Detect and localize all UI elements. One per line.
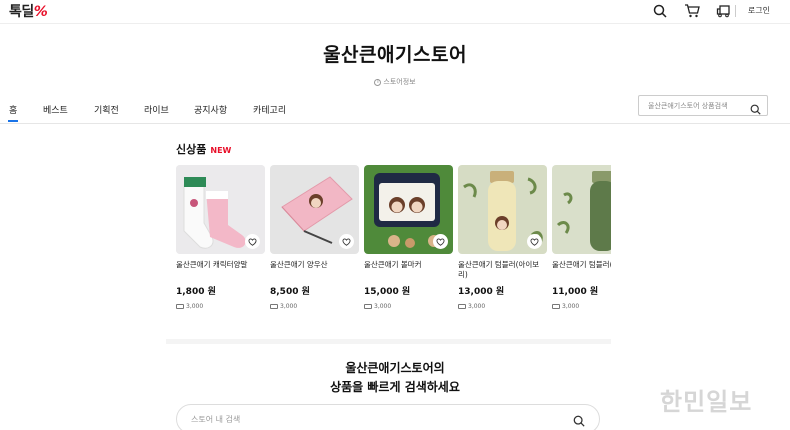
tab-notice[interactable]: 공지사항 [194,103,227,116]
product-price: 15,000 원 [364,287,411,297]
store-search-input[interactable]: 울산큰애기스토어 상품검색 [638,95,768,116]
wishlist-heart-icon[interactable] [245,234,260,249]
product-image-ball-marker[interactable] [364,165,453,254]
logo-mark: % [33,4,48,20]
logo-text: 톡딜 [9,4,34,20]
product-image-tumbler-green[interactable] [552,165,611,254]
product-carousel: 울산큰애기 캐릭터양말 1,800 원 3,000 울산큰애기 양우산 8,50… [176,165,611,325]
section-title-text: 신상품 [176,143,207,156]
store-info-link[interactable]: i 스토어정보 [0,77,790,87]
product-card[interactable]: 울산큰애기 텀블러(아이보리) 13,000 원 3,000 [458,165,547,310]
tab-category[interactable]: 카테고리 [253,103,286,116]
publisher-watermark: 한민일보 [660,388,753,416]
shipping-fee-value: 3,000 [374,303,392,310]
product-name[interactable]: 울산큰애기 볼마커 [364,260,453,280]
product-name[interactable]: 울산큰애기 캐릭터양말 [176,260,265,280]
wishlist-heart-icon[interactable] [339,234,354,249]
tab-best[interactable]: 베스트 [43,103,68,116]
search-heading-line1: 울산큰애기스토어의 [345,361,445,375]
shipping-fee-value: 3,000 [468,303,486,310]
new-badge: NEW [210,146,232,155]
login-link[interactable]: 로그인 [748,5,770,16]
product-image-umbrella[interactable] [270,165,359,254]
shipping-fee: 3,000 [176,303,265,310]
tab-home[interactable]: 홈 [7,103,19,122]
section-divider [166,339,611,344]
shipping-fee-value: 3,000 [186,303,204,310]
top-icons [650,1,734,21]
product-price: 8,500 원 [270,287,310,297]
brand-logo[interactable]: 톡딜% [9,1,48,21]
shipping-icon [176,304,184,309]
wishlist-heart-icon[interactable] [433,234,448,249]
store-title: 울산큰애기스토어 [323,44,467,66]
info-icon: i [374,78,382,86]
tab-exhibition[interactable]: 기획전 [94,103,119,116]
tab-live[interactable]: 라이브 [144,103,169,116]
shipping-fee: 3,000 [270,303,359,310]
shipping-fee: 3,000 [552,303,611,310]
top-bar: 톡딜% 로그인 [0,0,790,24]
shipping-icon [458,304,466,309]
new-products-title: 신상품 NEW [176,141,231,157]
shipping-fee-value: 3,000 [562,303,580,310]
search-icon[interactable] [650,1,670,21]
product-price: 13,000 원 [458,287,505,297]
shipping-fee: 3,000 [364,303,453,310]
shipping-fee-value: 3,000 [280,303,298,310]
in-store-search-input[interactable]: 스토어 내 검색 [176,404,600,430]
product-price: 11,000 원 [552,287,599,297]
product-name[interactable]: 울산큰애기 양우산 [270,260,359,280]
search-icon[interactable] [750,100,761,119]
top-separator [735,5,736,17]
product-name[interactable]: 울산큰애기 텀블러(아이보리) [458,260,547,280]
store-info-label: 스토어정보 [383,78,416,86]
store-nav: 홈 베스트 기획전 라이브 공지사항 카테고리 울산큰애기스토어 상품검색 [0,95,790,124]
delivery-truck-icon[interactable] [714,1,734,21]
shipping-icon [364,304,372,309]
product-card[interactable]: 울산큰애기 볼마커 15,000 원 3,000 [364,165,453,310]
product-name[interactable]: 울산큰애기 텀블러(그린) [552,260,611,280]
store-search-placeholder: 울산큰애기스토어 상품검색 [648,102,728,110]
wishlist-heart-icon[interactable] [527,234,542,249]
product-card[interactable]: 울산큰애기 캐릭터양말 1,800 원 3,000 [176,165,265,310]
shipping-fee: 3,000 [458,303,547,310]
product-card[interactable]: 울산큰애기 텀블러(그린) 11,000 원 3,000 [552,165,611,310]
in-store-search-placeholder: 스토어 내 검색 [191,415,241,424]
search-icon[interactable] [573,412,585,430]
cart-icon[interactable] [682,1,702,21]
product-image-tumbler-ivory[interactable] [458,165,547,254]
product-card[interactable]: 울산큰애기 양우산 8,500 원 3,000 [270,165,359,310]
product-price: 1,800 원 [176,287,216,297]
shipping-icon [552,304,560,309]
shipping-icon [270,304,278,309]
product-image-socks[interactable] [176,165,265,254]
